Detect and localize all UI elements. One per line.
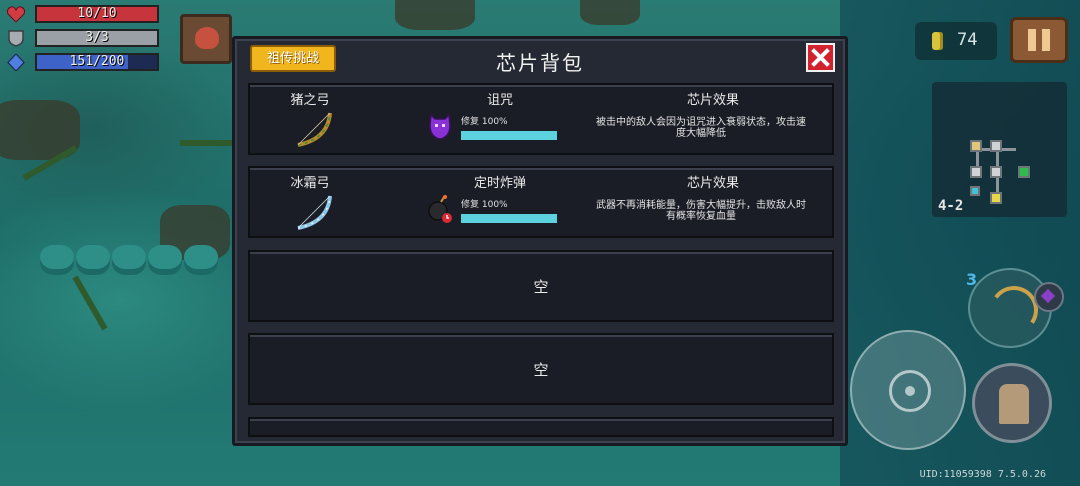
status-bars: 10/10 3/3 151/200 [5, 4, 159, 76]
shield-icon [8, 30, 24, 47]
minimap-room-current [970, 186, 980, 196]
chip-name: 诅咒 [486, 93, 513, 108]
chip-slot-partial[interactable] [248, 417, 834, 437]
chip-name: 定时炸弹 [473, 176, 526, 191]
chip-gem-icon [1034, 282, 1064, 312]
hp-row: 10/10 [5, 4, 159, 25]
minimap-room-exit [1018, 166, 1030, 178]
time-bomb-icon [428, 195, 452, 223]
weapon-energy-cost: 3 [966, 270, 978, 289]
energy-bar: 151/200 [35, 53, 159, 71]
tree-decoration [395, 0, 475, 30]
boar-bow-icon [297, 112, 332, 147]
bow-weapon-icon [986, 282, 1042, 338]
coin-counter: 74 [915, 22, 997, 60]
chip-slot[interactable]: 冰霜弓 定时炸弹 修复 100% 芯片效果 武器不再消耗能量，伤害大幅提升，击败… [248, 166, 834, 238]
repair-progress-bar [461, 214, 557, 223]
minimap-room [990, 166, 1002, 178]
curse-ghost-icon [429, 113, 451, 140]
arrow-decoration [180, 140, 240, 146]
empty-chip-slot[interactable]: 空 [248, 250, 834, 322]
crosshair-icon [889, 370, 931, 412]
armor-bar: 3/3 [35, 29, 159, 47]
repair-label: 修复 100% [461, 200, 508, 210]
bush-decoration [40, 245, 74, 275]
hp-bar: 10/10 [35, 5, 159, 23]
close-button[interactable] [806, 43, 835, 72]
armor-text: 3/3 [85, 30, 109, 45]
chip-backpack-dialog: 祖传挑战 芯片背包 猪之弓 诅咒 修复 100% 芯片效果 被击中的敌人会因为诅… [232, 36, 848, 446]
effect-description: 被击中的敌人会因为诅咒进入衰弱状态，攻击速度大幅降低 [596, 117, 806, 139]
dialog-title: 芯片背包 [496, 51, 584, 75]
bush-decoration [112, 245, 146, 275]
coin-icon [932, 32, 943, 50]
bug-buff-icon [195, 27, 219, 49]
bush-decoration [184, 245, 218, 275]
effect-title: 芯片效果 [686, 176, 739, 191]
minimap[interactable]: 4-2 [932, 82, 1067, 217]
chip-slot[interactable]: 猪之弓 诅咒 修复 100% 芯片效果 被击中的敌人会因为诅咒进入衰弱状态，攻击… [248, 83, 834, 155]
minimap-room-chest [990, 192, 1002, 204]
tree-decoration [580, 0, 640, 25]
character-portrait-icon [999, 384, 1029, 424]
effect-title: 芯片效果 [686, 93, 739, 108]
minimap-room [990, 140, 1002, 152]
energy-row: 151/200 [5, 52, 159, 73]
frost-bow-icon [297, 195, 332, 230]
repair-progress-bar [461, 131, 557, 140]
empty-chip-slot[interactable]: 空 [248, 333, 834, 405]
close-icon [811, 48, 830, 67]
minimap-room [970, 140, 982, 152]
buff-slot[interactable] [180, 14, 232, 64]
level-indicator: 4-2 [938, 198, 964, 214]
empty-label: 空 [533, 278, 549, 296]
pause-icon [1042, 29, 1050, 51]
bush-decoration [148, 245, 182, 275]
repair-label: 修复 100% [461, 117, 508, 127]
pause-icon [1028, 29, 1036, 51]
weapon-name: 冰霜弓 [290, 176, 330, 191]
hp-text: 10/10 [77, 6, 117, 21]
uid-version-label: UID:11059398 7.5.0.26 [919, 469, 1046, 480]
armor-row: 3/3 [5, 28, 159, 49]
skill-button[interactable] [972, 363, 1052, 443]
weapon-name: 猪之弓 [290, 93, 330, 108]
energy-text: 151/200 [69, 54, 125, 69]
aim-joystick[interactable] [850, 330, 966, 450]
bush-decoration [76, 245, 110, 275]
minimap-room [970, 166, 982, 178]
heart-icon [7, 6, 25, 23]
effect-description: 武器不再消耗能量，伤害大幅提升，击败敌人时有概率恢复血量 [596, 200, 806, 222]
energy-crystal-icon [7, 54, 25, 71]
empty-label: 空 [533, 361, 549, 379]
coin-count: 74 [957, 30, 978, 50]
repair-progress-fill [461, 131, 557, 140]
repair-progress-fill [461, 214, 557, 223]
pause-button[interactable] [1010, 17, 1068, 63]
